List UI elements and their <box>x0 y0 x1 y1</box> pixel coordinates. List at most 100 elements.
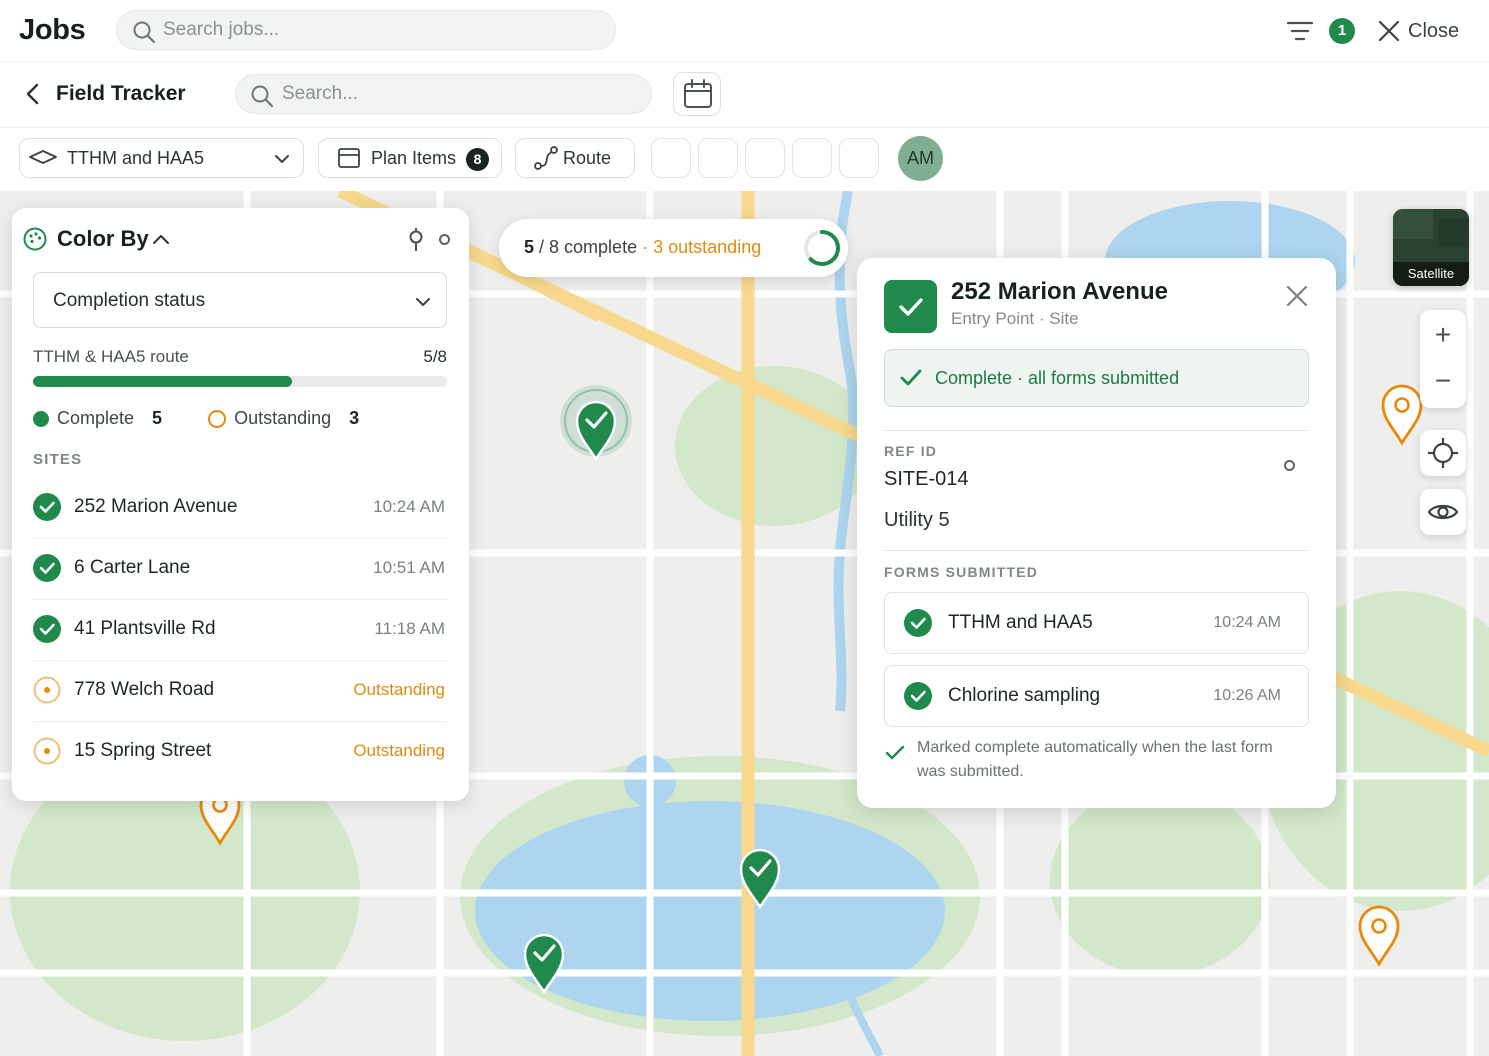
legend-complete-label: Complete <box>57 408 135 428</box>
summary-text: 5 / 8 complete · 3 outstanding <box>524 237 761 258</box>
app-title: Jobs <box>19 14 86 46</box>
ref-id-value: SITE-014 <box>884 468 969 490</box>
sites-heading: SITES <box>33 451 83 468</box>
summary-outstanding: 3 outstanding <box>653 237 762 257</box>
layer-label: TTHM and HAA5 <box>67 147 205 168</box>
site-time: 11:18 AM <box>374 619 445 638</box>
map-pin-complete[interactable] <box>557 381 637 465</box>
jobs-search-input[interactable] <box>163 11 593 49</box>
color-by-panel: Color By Completion status TTHM & HAA5 r… <box>12 208 469 801</box>
check-circle-icon <box>904 682 932 710</box>
chevron-up-icon[interactable] <box>151 230 171 248</box>
site-row[interactable]: 778 Welch Road Outstanding <box>33 661 447 722</box>
form-time: 10:24 AM <box>1213 614 1281 631</box>
form-name: Chlorine sampling <box>948 685 1101 706</box>
site-time: Outstanding <box>353 680 445 699</box>
complete-dot-icon <box>33 410 49 427</box>
zoom-out-button[interactable]: − <box>1420 359 1466 408</box>
route-progress-bar <box>33 376 447 387</box>
eye-icon <box>1427 504 1459 520</box>
site-name: 15 Spring Street <box>74 740 212 761</box>
site-time: 10:51 AM <box>373 558 445 577</box>
divider <box>884 430 1309 431</box>
summary-total: / 8 complete <box>539 237 638 257</box>
map-pin-outstanding[interactable] <box>1357 902 1403 968</box>
plan-items-label: Plan Items <box>371 147 457 168</box>
back-button[interactable] <box>22 82 44 106</box>
close-icon <box>1286 285 1308 307</box>
status-check-badge <box>884 280 937 333</box>
field-search[interactable] <box>235 74 652 114</box>
check-icon <box>900 369 922 386</box>
status-legend: Complete 5 Outstanding 3 <box>33 408 359 429</box>
chevron-down-icon <box>416 298 430 306</box>
filter-button[interactable] <box>1285 17 1315 45</box>
site-title: 252 Marion Avenue <box>951 278 1168 305</box>
progress-ring-icon <box>804 230 840 266</box>
zoom-controls: + − <box>1420 310 1466 408</box>
pin-icon[interactable] <box>407 228 425 252</box>
search-icon <box>251 85 274 108</box>
color-by-select[interactable]: Completion status <box>33 272 447 328</box>
zoom-in-button[interactable]: + <box>1420 310 1466 359</box>
toolbar-slot-3[interactable] <box>745 138 785 178</box>
chevron-left-icon <box>26 83 39 105</box>
toolbar-slot-2[interactable] <box>698 138 738 178</box>
plan-items-button[interactable]: Plan Items 8 <box>318 138 502 178</box>
map-pin-complete[interactable] <box>517 926 573 996</box>
check-icon <box>899 298 923 316</box>
page-title: Field Tracker <box>56 82 186 105</box>
satellite-label: Satellite <box>1393 262 1469 286</box>
field-search-input[interactable] <box>282 75 632 113</box>
close-detail-button[interactable] <box>1285 284 1309 308</box>
site-time: 10:24 AM <box>373 497 445 516</box>
site-row[interactable]: 41 Plantsville Rd 11:18 AM <box>33 600 447 661</box>
toolbar-slot-1[interactable] <box>651 138 691 178</box>
color-by-header[interactable]: Color By <box>23 226 171 252</box>
check-circle-icon <box>33 615 61 643</box>
close-label: Close <box>1408 19 1460 42</box>
toolbar-slot-4[interactable] <box>792 138 832 178</box>
visibility-button[interactable] <box>1420 489 1466 535</box>
form-row[interactable]: TTHM and HAA5 10:24 AM <box>884 592 1309 654</box>
site-time: Outstanding <box>353 741 445 760</box>
legend-outstanding-count: 3 <box>349 408 360 428</box>
locate-button[interactable] <box>1420 430 1466 476</box>
utility-value: Utility 5 <box>884 509 950 531</box>
route-button[interactable]: Route <box>515 138 635 178</box>
site-row[interactable]: 15 Spring Street Outstanding <box>33 722 447 783</box>
toolbar-slot-5[interactable] <box>839 138 879 178</box>
color-by-value: Completion status <box>53 290 206 311</box>
route-progress-fill <box>33 376 292 387</box>
check-circle-icon <box>904 609 932 637</box>
chevron-down-icon <box>275 155 289 163</box>
route-label: Route <box>563 147 612 168</box>
ref-options-dot[interactable] <box>1284 460 1295 471</box>
layer-select[interactable]: TTHM and HAA5 <box>19 138 304 178</box>
plan-items-count-badge: 8 <box>466 148 489 171</box>
close-button[interactable]: Close <box>1378 18 1459 44</box>
site-name: 41 Plantsville Rd <box>74 618 216 639</box>
outstanding-dot-icon <box>208 409 227 428</box>
route-name: TTHM & HAA5 route <box>33 347 189 366</box>
site-detail-card: 252 Marion Avenue Entry Point · Site Com… <box>857 258 1336 808</box>
calendar-button[interactable] <box>673 72 721 116</box>
site-list: 252 Marion Avenue 10:24 AM 6 Carter Lane 10… <box>33 478 447 783</box>
palette-icon <box>23 227 47 251</box>
form-row[interactable]: Chlorine sampling 10:26 AM <box>884 665 1309 727</box>
panel-options-dot[interactable] <box>439 234 450 245</box>
map-toolbar: TTHM and HAA5 Plan Items 8 Route AM <box>0 128 1489 191</box>
site-row[interactable]: 6 Carter Lane 10:51 AM <box>33 539 447 600</box>
ref-id-heading: REF ID <box>884 443 938 459</box>
jobs-search[interactable] <box>116 10 616 50</box>
site-row[interactable]: 252 Marion Avenue 10:24 AM <box>33 478 447 539</box>
sub-header: Field Tracker <box>0 62 1489 128</box>
satellite-toggle[interactable]: Satellite <box>1393 209 1469 286</box>
avatar[interactable]: AM <box>898 136 943 181</box>
site-name: 778 Welch Road <box>74 679 215 700</box>
layers-icon <box>29 150 57 164</box>
outstanding-circle-icon <box>33 737 61 765</box>
completion-summary: 5 / 8 complete · 3 outstanding <box>499 219 848 277</box>
map-pin-complete[interactable] <box>733 841 789 911</box>
panel-title: Color By <box>57 226 149 251</box>
